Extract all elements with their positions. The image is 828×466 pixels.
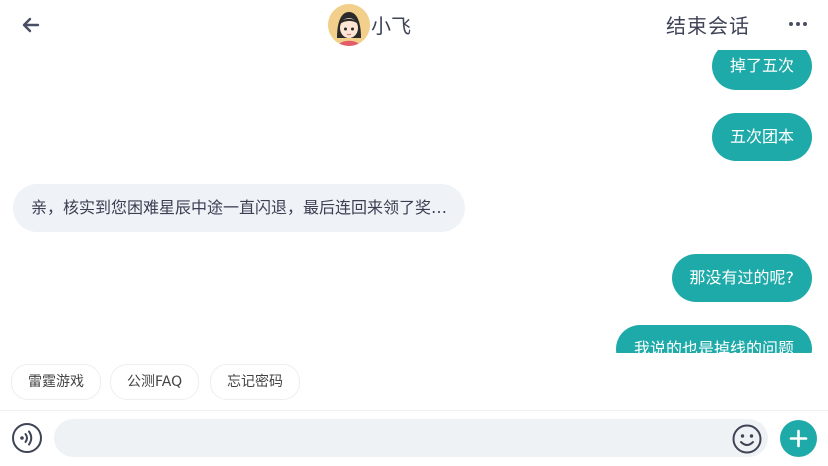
end-session-button[interactable]: 结束会话 <box>666 10 750 39</box>
message-bubble-outgoing: 那没有过的呢? <box>671 254 812 302</box>
emoji-icon[interactable] <box>731 423 763 455</box>
input-divider <box>0 410 828 411</box>
agent-avatar <box>328 4 370 46</box>
agent-name: 小飞 <box>371 14 411 38</box>
back-arrow-icon[interactable] <box>18 12 44 38</box>
add-button[interactable] <box>780 420 817 457</box>
message-bubble-outgoing: 五次团本 <box>711 113 812 161</box>
quick-reply-chip[interactable]: 忘记密码 <box>210 364 300 400</box>
message-input[interactable] <box>54 419 768 457</box>
chat-message-list[interactable]: 掉了五次 五次团本 亲，核实到您困难星辰中途一直闪退，最后连回来领了奖… 那没有… <box>0 45 828 353</box>
chat-header: 小飞 结束会话 <box>0 0 828 50</box>
message-bubble-outgoing: 掉了五次 <box>711 45 812 90</box>
message-bubble-incoming: 亲，核实到您困难星辰中途一直闪退，最后连回来领了奖… <box>13 184 466 232</box>
quick-reply-chip[interactable]: 雷霆游戏 <box>11 364 101 400</box>
more-dots-icon[interactable] <box>787 16 809 32</box>
quick-reply-bar: 雷霆游戏 公测FAQ 忘记密码 <box>0 364 828 400</box>
message-bubble-outgoing: 我说的也是掉线的问题 <box>615 325 812 353</box>
plus-icon <box>789 429 808 448</box>
quick-reply-chip[interactable]: 公测FAQ <box>110 364 200 400</box>
voice-icon[interactable] <box>11 422 43 454</box>
